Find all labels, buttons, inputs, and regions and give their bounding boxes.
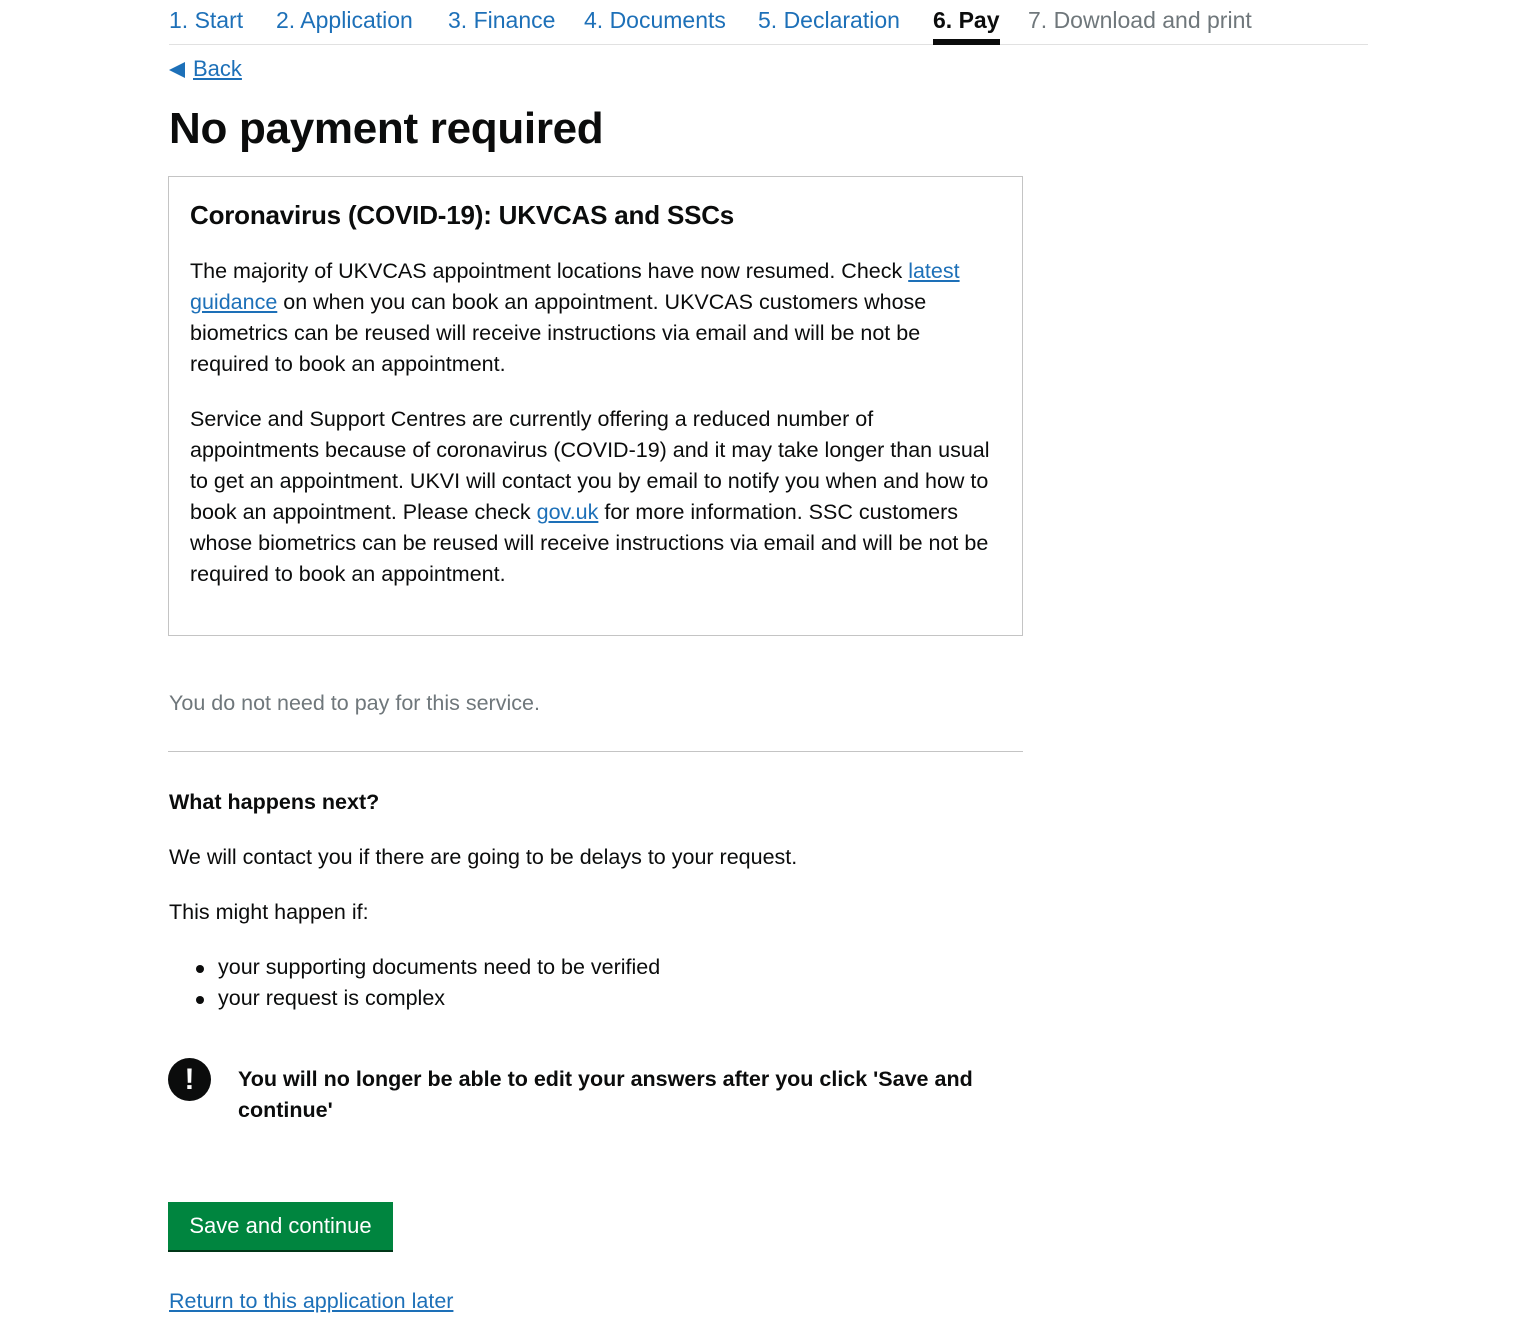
return-later-link[interactable]: Return to this application later bbox=[169, 1286, 453, 1316]
back-link[interactable]: Back bbox=[193, 55, 242, 83]
list-item-text: your request is complex bbox=[218, 986, 446, 1010]
save-and-continue-button[interactable]: Save and continue bbox=[168, 1202, 393, 1250]
might-happen-text: This might happen if: bbox=[169, 900, 369, 924]
step-finance-link[interactable]: 3. Finance bbox=[448, 6, 555, 34]
page-title: No payment required bbox=[169, 104, 604, 153]
list-item: your request is complex bbox=[169, 983, 660, 1014]
step-application-link[interactable]: 2. Application bbox=[276, 6, 413, 34]
list-item-text: your supporting documents need to be ver… bbox=[218, 955, 661, 979]
covid-notice-panel: Coronavirus (COVID-19): UKVCAS and SSCs … bbox=[168, 176, 1023, 636]
notice-title: Coronavirus (COVID-19): UKVCAS and SSCs bbox=[190, 200, 735, 230]
notice-paragraph-ssc: Service and Support Centres are currentl… bbox=[190, 404, 995, 590]
delay-reasons-list: your supporting documents need to be ver… bbox=[169, 952, 660, 1014]
step-declaration-link[interactable]: 5. Declaration bbox=[758, 6, 900, 34]
notice-paragraph-ukvcas: The majority of UKVCAS appointment locat… bbox=[190, 256, 995, 380]
step-download-disabled: 7. Download and print bbox=[1028, 7, 1252, 33]
step-start-link[interactable]: 1. Start bbox=[169, 6, 243, 34]
bullet-icon bbox=[196, 965, 204, 973]
step-navigation: 1. Start 2. Application 3. Finance 4. Do… bbox=[169, 0, 1368, 45]
warning-text: You will no longer be able to edit your … bbox=[238, 1067, 973, 1122]
step-documents-link[interactable]: 4. Documents bbox=[584, 6, 726, 34]
section-divider bbox=[168, 751, 1023, 752]
back-arrow-icon bbox=[169, 62, 185, 78]
notice-p1-text: The majority of UKVCAS appointment locat… bbox=[190, 259, 909, 283]
warning-icon: ! bbox=[168, 1058, 211, 1101]
list-item: your supporting documents need to be ver… bbox=[169, 952, 660, 983]
next-steps-heading: What happens next? bbox=[169, 790, 380, 814]
contact-text: We will contact you if there are going t… bbox=[169, 845, 798, 869]
step-pay-current: 6. Pay bbox=[933, 7, 1000, 45]
no-payment-text: You do not need to pay for this service. bbox=[169, 691, 540, 715]
gov-uk-link[interactable]: gov.uk bbox=[537, 500, 599, 524]
notice-p1-text-end: on when you can book an appointment. UKV… bbox=[190, 290, 927, 376]
bullet-icon bbox=[196, 996, 204, 1004]
